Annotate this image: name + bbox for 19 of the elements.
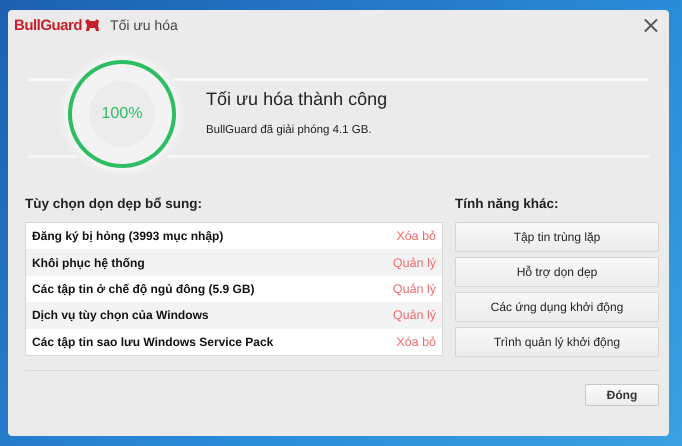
feature-button[interactable]: Hỗ trợ dọn dẹp: [455, 257, 659, 287]
section-heading: Tùy chọn dọn dẹp bổ sung:: [25, 195, 203, 213]
feature-button[interactable]: Trình quản lý khởi động: [455, 327, 659, 357]
option-label: Đăng ký bị hỏng (3993 mục nhập): [32, 229, 224, 244]
window-title: Tối ưu hóa: [110, 17, 178, 33]
close-dialog-button[interactable]: Đóng: [585, 384, 659, 406]
percent-label: 100%: [102, 105, 142, 123]
brand-logo: BullGuard: [14, 16, 82, 34]
option-label: Các tập tin sao lưu Windows Service Pack: [32, 334, 274, 349]
option-label: Dịch vụ tùy chọn của Windows: [32, 308, 209, 322]
feature-button[interactable]: Các ứng dụng khởi động: [455, 292, 659, 322]
status-message: BullGuard đã giải phóng 4.1 GB.: [206, 124, 373, 136]
option-label: Các tập tin ở chế độ ngủ đông (5.9 GB): [32, 282, 255, 296]
section-heading: Tính năng khác:: [455, 195, 560, 213]
feature-button[interactable]: Tập tin trùng lặp: [455, 222, 659, 252]
status-heading: Tối ưu hóa thành công: [206, 88, 388, 110]
close-button[interactable]: ×: [640, 13, 661, 37]
option-label: Khôi phục hệ thống: [32, 256, 145, 270]
bulldog-icon: [84, 18, 100, 32]
